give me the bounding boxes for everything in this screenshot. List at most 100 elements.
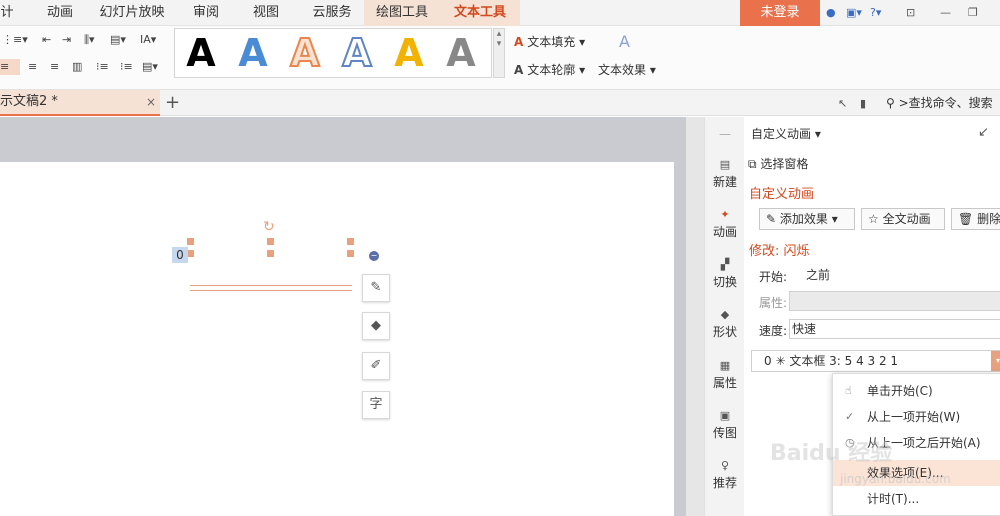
decrease-indent-button[interactable]: ⇤ [42, 32, 51, 48]
skin-icon[interactable]: ● [826, 5, 836, 21]
text-align-button[interactable]: ▤▾ [142, 59, 158, 75]
sidebar-item-shape[interactable]: ◆ 形状 [705, 307, 745, 340]
login-button[interactable]: 未登录 [740, 0, 820, 26]
line-spacing-button[interactable]: ⋮≡▾ [2, 32, 28, 48]
justify-button[interactable]: ≡ [50, 59, 59, 75]
gallery-scroll[interactable]: ▴ ▾ [493, 28, 505, 78]
shape-style-button[interactable]: ✎ [362, 274, 390, 302]
sidebar-item-recommend[interactable]: ♀ 推荐 [705, 458, 745, 491]
resize-handle[interactable] [267, 250, 274, 257]
start-select[interactable]: 之前 [789, 265, 1000, 285]
pointer-icon[interactable]: ↖ [838, 96, 847, 112]
resize-handle[interactable] [347, 250, 354, 257]
slide-canvas: ↻ 0 − ✎ ◆ ✐ 字 [0, 117, 686, 516]
sidebar-item-new[interactable]: ▤ 新建 [705, 157, 745, 190]
char-spacing-button[interactable]: IA▾ [140, 32, 156, 48]
animation-list-item[interactable]: 0 ✳ 文本框 3: 5 4 3 2 1 ▾ [751, 350, 1000, 372]
slide[interactable]: ↻ 0 − ✎ ◆ ✐ 字 [0, 162, 674, 516]
numbering-button[interactable]: ⁝≡ [120, 59, 133, 75]
close-icon[interactable]: × [146, 90, 156, 114]
resize-handle[interactable] [187, 238, 194, 245]
share-icon[interactable]: ▣▾ [846, 5, 862, 21]
text-effect-button[interactable]: 文本效果 ▾ [598, 62, 656, 78]
align-center-button[interactable]: ≡ [0, 59, 20, 75]
distribute-button[interactable]: ▥ [72, 59, 82, 75]
tab-cloud[interactable]: 云服务 [304, 0, 360, 26]
mouse-icon: ☝ [845, 384, 852, 397]
recommend-icon: ♀ [720, 459, 730, 472]
sidebar-item-upload[interactable]: ▣ 传图 [705, 408, 745, 441]
columns-button[interactable]: ⫼▾ [84, 32, 95, 48]
align-right-button[interactable]: ≡ [28, 59, 37, 75]
tab-drawing-tools[interactable]: 绘图工具 [364, 0, 440, 26]
vertical-scrollbar[interactable] [686, 117, 704, 516]
style-black[interactable]: A [179, 31, 223, 75]
collapse-pane-icon[interactable]: ↙ [978, 125, 989, 140]
document-tab[interactable]: 示文稿2 * × [0, 90, 160, 116]
cursor-icon[interactable]: ▮ [860, 96, 866, 112]
text-style-button[interactable]: 字 [362, 391, 390, 419]
text-fill-button[interactable]: A 文本填充 ▾ [514, 34, 585, 50]
style-orange-outline[interactable]: A [283, 30, 327, 76]
style-gold[interactable]: A [387, 31, 431, 75]
speed-select[interactable]: 快速 [789, 319, 1000, 339]
add-effect-button[interactable]: ✎ 添加效果 ▾ [759, 208, 855, 230]
sidebar-item-transition[interactable]: ▞ 切换 [705, 257, 745, 290]
pane-title[interactable]: 自定义动画 ▾ [751, 125, 821, 142]
fill-button[interactable]: ◆ [362, 312, 390, 340]
paint-bucket-icon: ◆ [371, 318, 381, 333]
tab-design[interactable]: 计 [0, 0, 14, 26]
tab-text-tools[interactable]: 文本工具 [440, 0, 520, 26]
modify-heading: 修改: 闪烁 [749, 244, 810, 259]
style-blue[interactable]: A [231, 31, 275, 75]
animation-icon: ✦ [720, 208, 730, 221]
text-box-selection[interactable] [190, 285, 352, 291]
resize-handle[interactable] [267, 238, 274, 245]
search-icon: ⚲ [886, 96, 895, 110]
tab-view[interactable]: 视图 [244, 0, 288, 26]
collapse-icon[interactable]: − [369, 251, 379, 261]
text-outline-button[interactable]: A 文本轮廓 ▾ [514, 62, 585, 78]
ribbon: ⋮≡▾ ⇤ ⇥ ⫼▾ ▤▾ IA▾ ≡ ≡ ≡ ▥ ⁝≡ ⁝≡ ▤▾ A A A… [0, 26, 1000, 90]
pane-heading: 自定义动画 [749, 187, 815, 202]
text-direction-button[interactable]: ▤▾ [110, 32, 126, 48]
tab-animation[interactable]: 动画 [38, 0, 82, 26]
sidebar-item-property[interactable]: ▦ 属性 [705, 358, 745, 391]
rotate-icon[interactable]: ↻ [263, 220, 275, 234]
resize-handle[interactable] [187, 250, 194, 257]
window-mode-icon[interactable]: ⊡ [906, 5, 915, 21]
watermark-url: jingyan.baidu.com [840, 472, 951, 486]
menu-item-on-click[interactable]: ☝ 单击开始(C) [833, 378, 1000, 404]
text-fill-icon: A [514, 35, 524, 49]
full-text-animation-button[interactable]: ☆ 全文动画 [861, 208, 945, 230]
transition-icon: ▞ [720, 258, 730, 271]
sidebar-item-animation[interactable]: ✦ 动画 [705, 207, 745, 240]
animation-item-label: 0 ✳ 文本框 3: 5 4 3 2 1 [764, 354, 899, 368]
add-tab-button[interactable]: + [165, 92, 180, 114]
menu-item-timing[interactable]: 计时(T)... [833, 486, 1000, 512]
style-gray[interactable]: A [439, 31, 483, 75]
tab-review[interactable]: 审阅 [184, 0, 228, 26]
minimize-icon[interactable]: — [940, 5, 951, 21]
tab-slideshow[interactable]: 幻灯片放映 [96, 0, 168, 26]
restore-icon[interactable]: ❐ [968, 5, 978, 21]
help-icon[interactable]: ?▾ [870, 5, 881, 21]
increase-indent-button[interactable]: ⇥ [62, 32, 71, 48]
shape-icon: ◆ [720, 308, 730, 321]
animation-order-tag: 0 [172, 247, 188, 263]
strip-collapse-icon[interactable]: — [705, 127, 745, 141]
watermark: Baidu 经验 [770, 441, 893, 466]
property-icon: ▦ [719, 359, 731, 372]
menu-item-with-previous[interactable]: ✓ 从上一项开始(W) [833, 404, 1000, 430]
task-pane-strip: — ▤ 新建 ✦ 动画 ▞ 切换 ◆ 形状 ▦ 属性 ▣ 传图 ♀ 推荐 [704, 117, 744, 516]
chevron-down-icon[interactable]: ▾ [991, 351, 1000, 371]
outline-button[interactable]: ✐ [362, 352, 390, 380]
style-blue-outline[interactable]: A [335, 30, 379, 76]
selection-pane-link[interactable]: ⧉ 选择窗格 [748, 155, 808, 172]
bullets-button[interactable]: ⁝≡ [96, 59, 109, 75]
document-tab-title: 示文稿2 * [0, 94, 58, 109]
text-style-gallery[interactable]: A A A A A A [174, 28, 492, 78]
command-search[interactable]: ⚲ >查找命令、搜索 [886, 94, 993, 112]
resize-handle[interactable] [347, 238, 354, 245]
delete-button[interactable]: 🗑 删除 [951, 208, 1000, 230]
